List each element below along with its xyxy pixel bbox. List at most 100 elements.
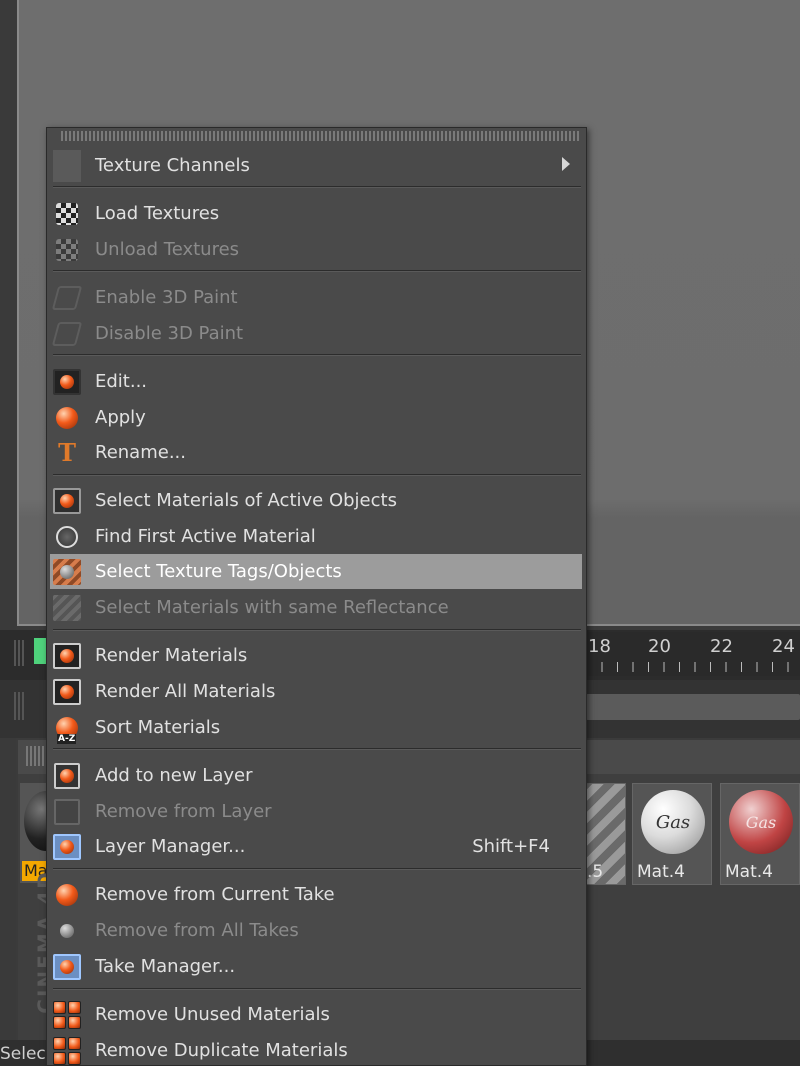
menu-item-remove-duplicate-materials[interactable]: Remove Duplicate Materials <box>50 1033 582 1066</box>
select-same-reflectance-icon <box>53 594 81 622</box>
menu-item-edit[interactable]: Edit... <box>50 364 582 399</box>
menu-item-label: Select Materials with same Reflectance <box>95 597 449 618</box>
menu-item-label: Sort Materials <box>95 717 221 738</box>
menu-item-rename[interactable]: T Rename... <box>50 435 582 470</box>
select-materials-icon <box>53 487 81 515</box>
menu-separator <box>53 629 581 631</box>
find-material-icon <box>53 523 81 551</box>
material-label: Mat.4 <box>725 862 773 882</box>
menu-item-label: Load Textures <box>95 203 220 224</box>
menu-item-texture-channels[interactable]: Texture Channels <box>50 148 582 183</box>
remove-layer-icon <box>53 798 81 826</box>
menu-item-label: Remove Duplicate Materials <box>95 1040 348 1061</box>
enable-3d-paint-icon <box>51 284 83 312</box>
material-context-menu: Texture Channels Load Textures Unload Te… <box>46 127 587 1066</box>
frame-label: 20 <box>648 636 671 657</box>
timeline-ruler[interactable]: 18 20 22 24 <box>586 632 800 676</box>
menu-item-label: Select Texture Tags/Objects <box>95 561 342 582</box>
menu-item-sort-materials[interactable]: A-Z Sort Materials <box>50 710 582 745</box>
ruler-ticks <box>586 662 800 672</box>
menu-item-label: Unload Textures <box>95 239 240 260</box>
menu-item-label: Add to new Layer <box>95 765 253 786</box>
menu-item-label: Take Manager... <box>95 956 236 977</box>
menu-item-unload-textures[interactable]: Unload Textures <box>50 232 582 267</box>
remove-duplicates-icon <box>53 1036 81 1065</box>
menu-item-select-same-reflectance[interactable]: Select Materials with same Reflectance <box>50 590 582 625</box>
menu-separator <box>53 186 581 188</box>
menu-item-remove-unused-materials[interactable]: Remove Unused Materials <box>50 997 582 1032</box>
scroll-grip-handle[interactable] <box>14 692 26 720</box>
frame-label: 24 <box>772 636 795 657</box>
rename-icon: T <box>58 438 76 467</box>
take-manager-icon <box>53 953 81 981</box>
material-label: .5 <box>587 862 604 882</box>
menu-item-remove-from-current-take[interactable]: Remove from Current Take <box>50 877 582 912</box>
menu-item-label: Rename... <box>95 442 186 463</box>
load-textures-icon <box>53 200 81 228</box>
menu-item-label: Edit... <box>95 371 148 392</box>
menu-item-take-manager[interactable]: Take Manager... <box>50 949 582 984</box>
menu-item-label: Remove from All Takes <box>95 920 299 941</box>
layer-manager-icon <box>53 833 81 861</box>
status-text: Select <box>0 1044 53 1064</box>
menu-item-render-all-materials[interactable]: Render All Materials <box>50 674 582 709</box>
timeline-grip-handle[interactable] <box>14 640 26 666</box>
unload-textures-icon <box>53 236 81 264</box>
menu-separator <box>53 868 581 870</box>
menu-item-label: Remove Unused Materials <box>95 1004 330 1025</box>
menu-item-remove-from-all-takes[interactable]: Remove from All Takes <box>50 913 582 948</box>
menu-item-label: Enable 3D Paint <box>95 287 238 308</box>
material-thumb[interactable]: Gas Mat.4 <box>720 783 800 885</box>
render-materials-icon <box>53 642 81 670</box>
timeline-scrollbar[interactable] <box>586 694 800 720</box>
remove-all-takes-icon <box>53 917 81 945</box>
menu-separator <box>53 354 581 356</box>
menu-separator <box>53 748 581 750</box>
render-all-materials-icon <box>53 678 81 706</box>
submenu-arrow-icon <box>562 157 570 171</box>
menu-item-select-materials-active-objects[interactable]: Select Materials of Active Objects <box>50 483 582 518</box>
menu-item-apply[interactable]: Apply <box>50 400 582 435</box>
material-sphere-preview: Gas <box>641 790 705 854</box>
material-label: Mat.4 <box>637 862 685 882</box>
menu-item-label: Render All Materials <box>95 681 276 702</box>
material-sphere-preview: Gas <box>729 790 793 854</box>
apply-material-icon <box>53 404 81 432</box>
blank-icon <box>53 149 81 182</box>
menu-item-layer-manager[interactable]: Layer Manager... Shift+F4 <box>50 829 582 864</box>
menu-item-label: Find First Active Material <box>95 526 316 547</box>
menu-separator <box>53 988 581 990</box>
remove-unused-icon <box>53 1000 81 1029</box>
menu-item-shortcut: Shift+F4 <box>472 836 550 857</box>
menu-item-enable-3d-paint[interactable]: Enable 3D Paint <box>50 280 582 315</box>
menu-item-load-textures[interactable]: Load Textures <box>50 196 582 231</box>
menu-item-label: Apply <box>95 407 146 428</box>
menu-item-label: Select Materials of Active Objects <box>95 490 397 511</box>
frame-label: 18 <box>588 636 611 657</box>
menu-item-select-texture-tags-objects[interactable]: Select Texture Tags/Objects <box>50 554 582 589</box>
sort-materials-icon: A-Z <box>53 714 81 744</box>
add-layer-icon <box>53 762 81 790</box>
menu-tear-off-handle[interactable] <box>61 131 581 141</box>
left-toolbar-strip <box>0 0 16 1066</box>
select-texture-tags-icon <box>53 558 81 586</box>
menu-item-add-to-new-layer[interactable]: Add to new Layer <box>50 758 582 793</box>
menu-item-label: Remove from Layer <box>95 801 272 822</box>
menu-item-remove-from-layer[interactable]: Remove from Layer <box>50 794 582 829</box>
remove-take-icon <box>53 881 81 909</box>
menu-item-render-materials[interactable]: Render Materials <box>50 638 582 673</box>
menu-separator <box>53 474 581 476</box>
material-manager-grip[interactable] <box>26 746 44 766</box>
frame-label: 22 <box>710 636 733 657</box>
material-thumb[interactable]: Gas Mat.4 <box>632 783 712 885</box>
menu-item-disable-3d-paint[interactable]: Disable 3D Paint <box>50 316 582 351</box>
edit-material-icon <box>53 368 81 396</box>
menu-item-label: Disable 3D Paint <box>95 323 244 344</box>
menu-item-label: Remove from Current Take <box>95 884 335 905</box>
menu-item-label: Texture Channels <box>95 155 250 176</box>
menu-item-label: Render Materials <box>95 645 248 666</box>
menu-item-label: Layer Manager... <box>95 836 246 857</box>
menu-separator <box>53 270 581 272</box>
menu-item-find-first-active-material[interactable]: Find First Active Material <box>50 519 582 554</box>
disable-3d-paint-icon <box>51 320 83 348</box>
